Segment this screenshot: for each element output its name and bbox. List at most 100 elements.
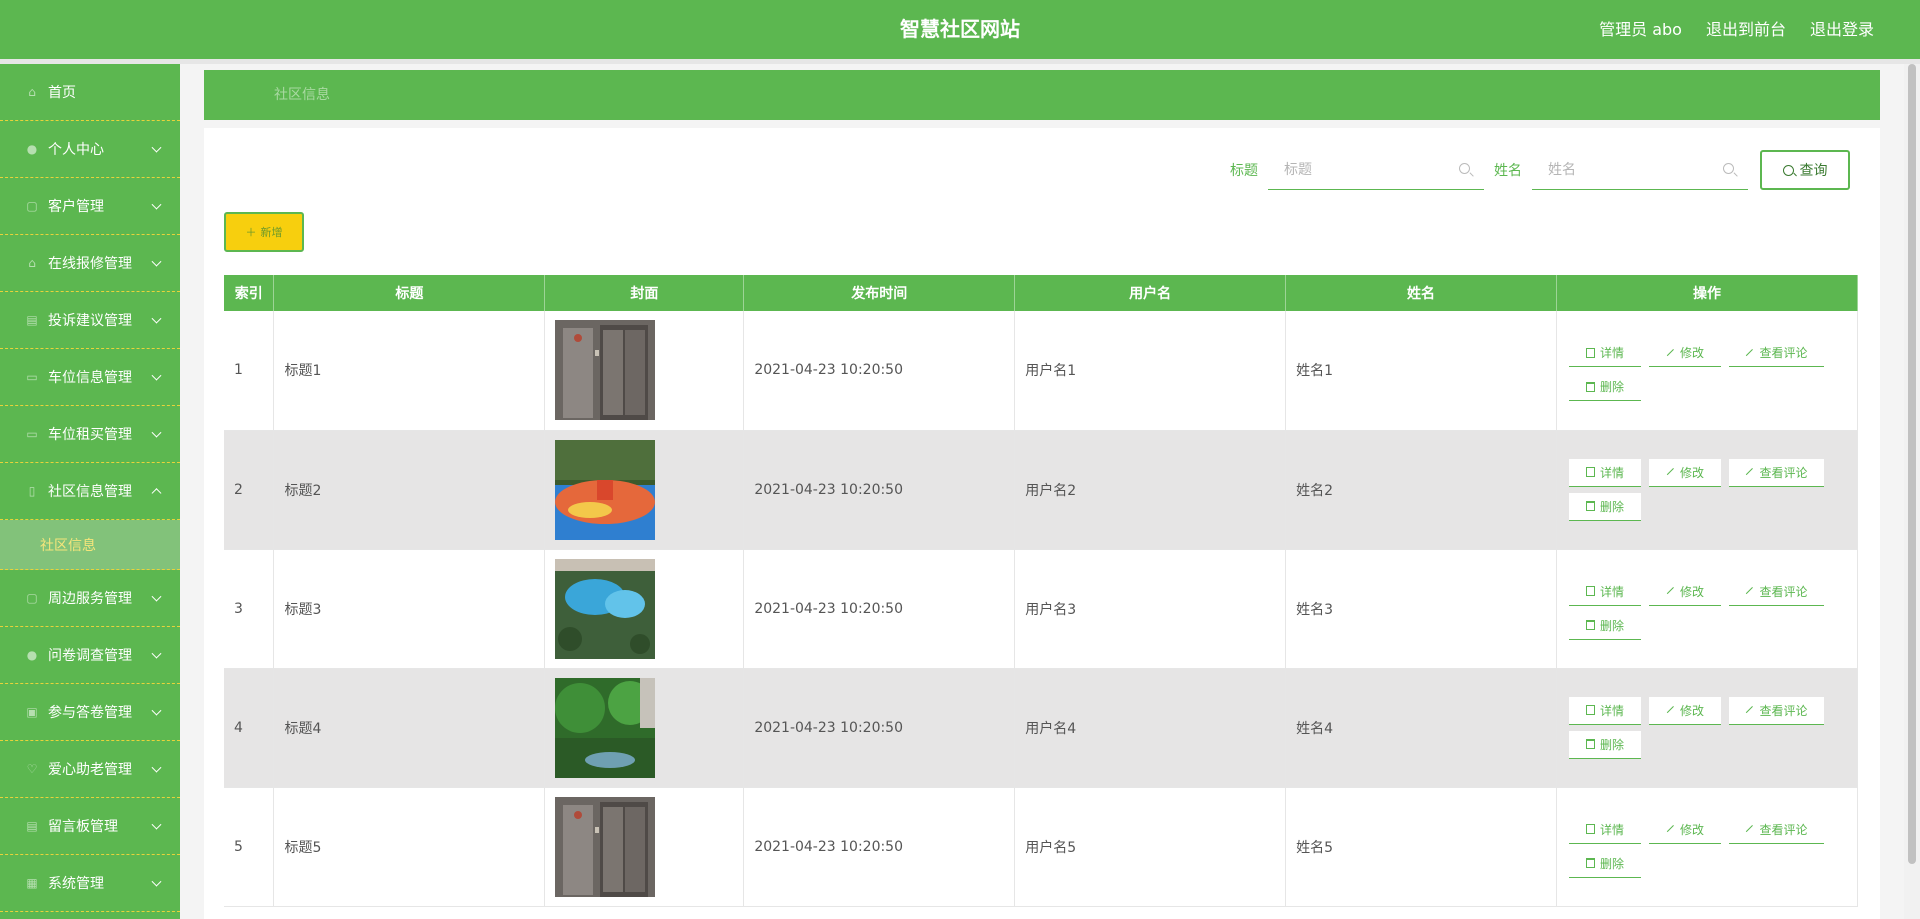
title-search-input[interactable] <box>1268 150 1484 189</box>
edit-button[interactable]: 修改 <box>1648 577 1721 606</box>
detail-label: 详情 <box>1599 822 1624 837</box>
sidebar-item-repair[interactable]: ⌂ 在线报修管理 <box>0 235 180 292</box>
detail-button[interactable]: 详情 <box>1568 458 1641 487</box>
comments-label: 查看评论 <box>1759 346 1808 361</box>
detail-button[interactable]: 详情 <box>1568 339 1641 368</box>
name-search-field <box>1532 150 1748 190</box>
delete-label: 删除 <box>1599 618 1624 633</box>
table-row: 5 标题5 2021-04-23 10:20:50 用户名5 姓名5 详情 修改… <box>224 787 1859 907</box>
sidebar-item-message-board[interactable]: ▤ 留言板管理 <box>0 798 180 855</box>
action-row: 详情 修改 查看评论 <box>1568 458 1857 487</box>
document-icon <box>1585 824 1595 834</box>
edit-button[interactable]: 修改 <box>1648 458 1721 487</box>
detail-label: 详情 <box>1599 465 1624 480</box>
chevron-down-icon <box>151 199 162 210</box>
col-username[interactable]: 用户名 <box>1014 275 1287 311</box>
action-row: 详情 修改 查看评论 <box>1568 577 1857 606</box>
detail-button[interactable]: 详情 <box>1568 696 1641 725</box>
detail-button[interactable]: 详情 <box>1568 815 1641 844</box>
sidebar-item-home[interactable]: ⌂ 首页 <box>0 64 180 121</box>
delete-button[interactable]: 删除 <box>1568 611 1641 640</box>
edit-button[interactable]: 修改 <box>1648 696 1721 725</box>
col-index[interactable]: 索引 <box>224 275 275 311</box>
sidebar-item-system[interactable]: ▦ 系统管理 <box>0 855 180 912</box>
cover-image[interactable] <box>555 320 743 421</box>
system-icon: ▦ <box>26 876 38 890</box>
chevron-down-icon <box>151 876 162 887</box>
main-panel: 标题 姓名 查询 ＋ 新增 索引 标题 封面 发布时间 用户名 姓名 <box>204 128 1880 919</box>
table-body: 1 标题1 2021-04-23 10:20:50 用户名1 姓名1 详情 修改… <box>224 311 1859 907</box>
repair-icon: ⌂ <box>28 256 36 270</box>
sidebar-item-answer[interactable]: ▣ 参与答卷管理 <box>0 684 180 741</box>
action-row: 删除 <box>1568 849 1857 878</box>
sidebar-item-label: 车位租买管理 <box>48 427 132 443</box>
sidebar-item-label: 周边服务管理 <box>48 591 132 607</box>
trash-icon <box>1585 381 1595 392</box>
sidebar-subitem-community-info[interactable]: 社区信息 <box>0 520 180 570</box>
edit-button[interactable]: 修改 <box>1648 339 1721 368</box>
cover-image[interactable] <box>555 796 743 897</box>
action-row: 删除 <box>1568 373 1857 402</box>
logout-link[interactable]: 退出登录 <box>1810 0 1874 59</box>
sidebar-item-complaint[interactable]: ▤ 投诉建议管理 <box>0 292 180 349</box>
sidebar-item-community-info[interactable]: ▯ 社区信息管理 <box>0 463 180 520</box>
view-comments-button[interactable]: 查看评论 <box>1728 815 1824 844</box>
col-title[interactable]: 标题 <box>273 275 546 311</box>
delete-button[interactable]: 删除 <box>1568 373 1641 402</box>
col-name[interactable]: 姓名 <box>1285 275 1557 311</box>
sidebar-item-nearby-service[interactable]: ▢ 周边服务管理 <box>0 570 180 627</box>
chevron-down-icon <box>151 705 162 716</box>
pen-icon <box>1746 587 1754 595</box>
add-button[interactable]: ＋ 新增 <box>224 212 304 252</box>
sidebar-item-label: 爱心助老管理 <box>48 762 132 778</box>
cover-image[interactable] <box>555 677 743 778</box>
view-comments-button[interactable]: 查看评论 <box>1728 339 1824 368</box>
document-icon <box>1585 586 1595 596</box>
cell-username: 用户名1 <box>1014 311 1287 431</box>
complaint-icon: ▤ <box>26 313 38 327</box>
cell-index: 5 <box>224 787 275 907</box>
view-comments-button[interactable]: 查看评论 <box>1728 577 1824 606</box>
cover-image[interactable] <box>555 439 743 540</box>
sidebar-item-parking-rent[interactable]: ▭ 车位租买管理 <box>0 406 180 463</box>
sidebar-item-label: 客户管理 <box>48 199 104 215</box>
view-comments-button[interactable]: 查看评论 <box>1728 696 1824 725</box>
vertical-scrollbar[interactable] <box>1904 64 1920 919</box>
detail-button[interactable]: 详情 <box>1568 577 1641 606</box>
search-bar: 标题 姓名 查询 <box>1230 150 1850 190</box>
edit-label: 修改 <box>1679 584 1704 599</box>
title-search-field <box>1268 150 1484 190</box>
plus-icon: ＋ <box>245 226 257 239</box>
action-row: 详情 修改 查看评论 <box>1568 339 1857 368</box>
back-to-front-link[interactable]: 退出到前台 <box>1706 0 1786 59</box>
top-header: 智慧社区网站 管理员 abo 退出到前台 退出登录 <box>0 0 1920 59</box>
pen-icon <box>1746 468 1754 476</box>
name-search-input[interactable] <box>1532 150 1748 189</box>
sidebar-item-elderly-care[interactable]: ♡ 爱心助老管理 <box>0 741 180 798</box>
pen-icon <box>1666 706 1675 714</box>
col-cover[interactable]: 封面 <box>544 275 745 311</box>
sidebar-item-survey[interactable]: ● 问卷调查管理 <box>0 627 180 684</box>
cell-cover <box>544 668 745 788</box>
service-icon: ▢ <box>26 591 38 605</box>
scrollbar-thumb[interactable] <box>1908 64 1916 864</box>
edit-button[interactable]: 修改 <box>1648 815 1721 844</box>
delete-button[interactable]: 删除 <box>1568 492 1641 521</box>
query-button[interactable]: 查询 <box>1760 150 1850 190</box>
chevron-down-icon <box>151 256 162 267</box>
cover-image[interactable] <box>555 558 743 659</box>
table-header-row: 索引 标题 封面 发布时间 用户名 姓名 操作 <box>224 275 1859 311</box>
sidebar-item-parking-info[interactable]: ▭ 车位信息管理 <box>0 349 180 406</box>
sidebar-item-personal[interactable]: ● 个人中心 <box>0 121 180 178</box>
cell-actions: 详情 修改 查看评论 删除 <box>1556 430 1859 550</box>
delete-button[interactable]: 删除 <box>1568 730 1641 759</box>
cell-cover <box>544 787 745 907</box>
view-comments-button[interactable]: 查看评论 <box>1728 458 1824 487</box>
comments-label: 查看评论 <box>1759 703 1808 718</box>
delete-button[interactable]: 删除 <box>1568 849 1641 878</box>
chevron-down-icon <box>151 591 162 602</box>
col-publish-time[interactable]: 发布时间 <box>743 275 1016 311</box>
cell-title: 标题3 <box>273 549 546 669</box>
sidebar-item-label: 个人中心 <box>48 142 104 158</box>
sidebar-item-customer[interactable]: ▢ 客户管理 <box>0 178 180 235</box>
